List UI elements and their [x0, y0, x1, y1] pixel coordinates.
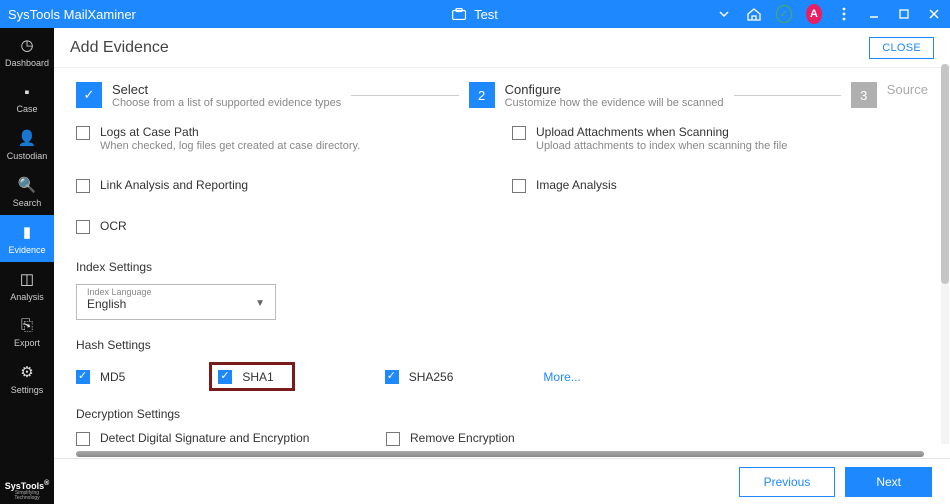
- label-sha1: SHA1: [242, 370, 273, 384]
- label-link: Link Analysis and Reporting: [100, 178, 248, 192]
- dashboard-icon: ◷: [20, 36, 33, 54]
- stepper: ✓ SelectChoose from a list of supported …: [76, 82, 928, 109]
- step-source: 3 Source: [851, 82, 928, 108]
- home-icon[interactable]: [746, 6, 762, 22]
- checkbox-upload[interactable]: [512, 126, 526, 140]
- sidebar-item-settings[interactable]: ⚙Settings: [0, 355, 54, 402]
- section-index: Index Settings: [76, 260, 928, 274]
- label-ocr: OCR: [100, 219, 127, 233]
- close-window-icon[interactable]: [926, 6, 942, 22]
- label-md5: MD5: [100, 370, 125, 384]
- checkbox-sha256[interactable]: [385, 370, 399, 384]
- checkbox-link[interactable]: [76, 179, 90, 193]
- search-icon: 🔍: [18, 176, 37, 194]
- status-check-icon[interactable]: ✓: [776, 6, 792, 22]
- checkbox-ocr[interactable]: [76, 220, 90, 234]
- project-name: Test: [474, 7, 498, 22]
- sidebar-item-case[interactable]: 🞍Case: [0, 75, 54, 121]
- kebab-menu-icon[interactable]: [836, 6, 852, 22]
- title-bar: SysTools MailXaminer Test ✓ A: [0, 0, 950, 28]
- checkbox-detect-sig[interactable]: [76, 432, 90, 446]
- briefcase-icon: [452, 7, 466, 21]
- index-language-select[interactable]: Index Language English ▼: [76, 284, 276, 320]
- checkbox-sha1[interactable]: [218, 370, 232, 384]
- hash-more-link[interactable]: More...: [543, 370, 580, 384]
- book-icon: ▮: [23, 223, 31, 241]
- brand-logo: SysTools®Simplifying Technology: [0, 477, 54, 504]
- sidebar-item-dashboard[interactable]: ◷Dashboard: [0, 28, 54, 75]
- minimize-icon[interactable]: [866, 6, 882, 22]
- close-button[interactable]: CLOSE: [869, 37, 934, 59]
- user-avatar[interactable]: A: [806, 6, 822, 22]
- chart-icon: ◫: [20, 270, 34, 288]
- horizontal-scrollbar[interactable]: [76, 451, 924, 457]
- label-logs: Logs at Case Path: [100, 125, 360, 139]
- briefcase-icon: 🞍: [25, 83, 30, 100]
- checkbox-logs[interactable]: [76, 126, 90, 140]
- label-image: Image Analysis: [536, 178, 617, 192]
- label-sha256: SHA256: [409, 370, 454, 384]
- main-panel: Add Evidence CLOSE ✓ SelectChoose from a…: [54, 28, 950, 504]
- sidebar-item-analysis[interactable]: ◫Analysis: [0, 262, 54, 309]
- app-title: SysTools MailXaminer: [8, 7, 136, 22]
- sidebar-item-custodian[interactable]: 👤Custodian: [0, 121, 54, 168]
- sidebar-item-search[interactable]: 🔍Search: [0, 168, 54, 215]
- gear-icon: ⚙: [20, 363, 33, 381]
- checkbox-md5[interactable]: [76, 370, 90, 384]
- label-upload: Upload Attachments when Scanning: [536, 125, 787, 139]
- dropdown-arrow-icon[interactable]: [716, 6, 732, 22]
- label-detect-sig: Detect Digital Signature and Encryption: [100, 431, 309, 445]
- sidebar-item-evidence[interactable]: ▮Evidence: [0, 215, 54, 262]
- person-icon: 👤: [18, 129, 37, 147]
- checkbox-image[interactable]: [512, 179, 526, 193]
- highlight-sha1: SHA1: [209, 362, 294, 391]
- checkbox-remove-enc[interactable]: [386, 432, 400, 446]
- sidebar-item-export[interactable]: ⎘Export: [0, 309, 54, 355]
- export-icon: ⎘: [21, 317, 33, 334]
- previous-button[interactable]: Previous: [739, 467, 836, 497]
- titlebar-center: Test: [452, 7, 498, 22]
- vertical-scrollbar[interactable]: [941, 64, 949, 444]
- section-hash: Hash Settings: [76, 338, 928, 352]
- check-icon: ✓: [76, 82, 102, 108]
- sidebar: ◷Dashboard 🞍Case 👤Custodian 🔍Search ▮Evi…: [0, 28, 54, 504]
- page-title: Add Evidence: [70, 39, 169, 57]
- label-remove-enc: Remove Encryption: [410, 431, 515, 445]
- section-decrypt: Decryption Settings: [76, 407, 928, 421]
- step-configure[interactable]: 2 ConfigureCustomize how the evidence wi…: [469, 82, 724, 109]
- chevron-down-icon: ▼: [255, 298, 265, 309]
- next-button[interactable]: Next: [845, 467, 932, 497]
- maximize-icon[interactable]: [896, 6, 912, 22]
- step-select[interactable]: ✓ SelectChoose from a list of supported …: [76, 82, 341, 109]
